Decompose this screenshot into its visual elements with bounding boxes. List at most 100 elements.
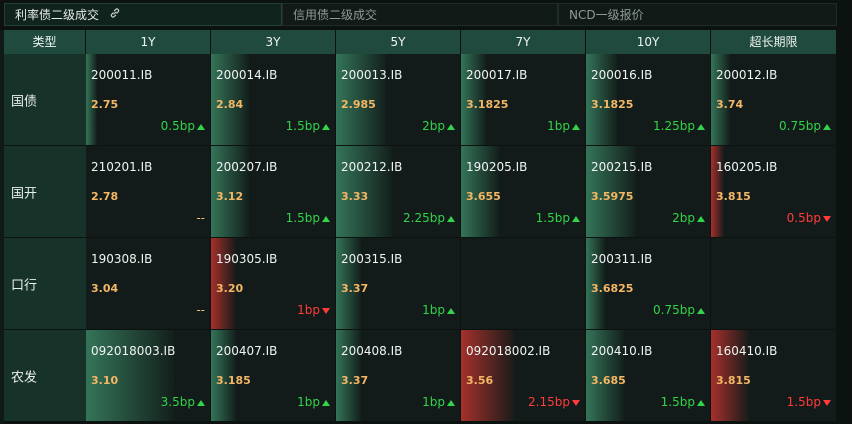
quote-cell[interactable]: 190308.IB 3.04 -- bbox=[86, 238, 211, 330]
row-header: 口行 bbox=[4, 238, 86, 330]
row-label: 农发 bbox=[11, 370, 38, 385]
link-icon[interactable] bbox=[109, 4, 121, 27]
arrow-up-icon bbox=[447, 399, 455, 406]
bond-code: 200016.IB bbox=[591, 68, 653, 82]
yield-change: 1.25bp bbox=[653, 119, 705, 133]
yield-change: 1bp bbox=[297, 303, 330, 317]
tab-label: 利率债二级成交 bbox=[15, 8, 100, 22]
arrow-down-icon bbox=[823, 399, 831, 406]
row-label: 国开 bbox=[11, 186, 38, 201]
bond-yield: 3.37 bbox=[341, 374, 369, 387]
change-value: 1bp bbox=[297, 395, 320, 409]
tab-label: 信用债二级成交 bbox=[293, 8, 378, 22]
quote-cell[interactable]: 200212.IB 3.33 2.25bp bbox=[336, 146, 461, 238]
bond-code: 210201.IB bbox=[91, 160, 153, 174]
change-value: 1bp bbox=[547, 119, 570, 133]
bond-yield: 3.10 bbox=[91, 374, 119, 387]
quote-cell[interactable]: 160410.IB 3.815 1.5bp bbox=[711, 330, 837, 422]
arrow-up-icon bbox=[197, 123, 205, 130]
tab-ncd-primary-quote[interactable]: NCD一级报价 bbox=[558, 3, 837, 26]
bond-code: 200407.IB bbox=[216, 344, 278, 358]
yield-change: 2bp bbox=[672, 211, 705, 225]
quote-cell[interactable]: 200410.IB 3.685 1.5bp bbox=[586, 330, 711, 422]
arrow-up-icon bbox=[697, 399, 705, 406]
quote-cell[interactable]: 200017.IB 3.1825 1bp bbox=[461, 54, 586, 146]
bond-code: 200207.IB bbox=[216, 160, 278, 174]
change-value: 0.75bp bbox=[653, 303, 695, 317]
arrow-up-icon bbox=[322, 399, 330, 406]
bond-code: 092018003.IB bbox=[91, 344, 176, 358]
row-header: 国债 bbox=[4, 54, 86, 146]
change-value: 0.5bp bbox=[160, 119, 195, 133]
quote-cell[interactable]: 200207.IB 3.12 1.5bp bbox=[211, 146, 336, 238]
yield-change: 0.5bp bbox=[787, 211, 831, 225]
bond-code: 200012.IB bbox=[716, 68, 778, 82]
quote-cell[interactable]: 200311.IB 3.6825 0.75bp bbox=[586, 238, 711, 330]
yield-change: 1bp bbox=[422, 395, 455, 409]
quote-cell[interactable]: 092018002.IB 3.56 2.15bp bbox=[461, 330, 586, 422]
bond-yield: 3.37 bbox=[341, 282, 369, 295]
bond-yield: 3.20 bbox=[216, 282, 244, 295]
bond-code: 200013.IB bbox=[341, 68, 403, 82]
bond-yield: 3.6825 bbox=[591, 282, 634, 295]
tab-credit-bond-secondary[interactable]: 信用债二级成交 bbox=[282, 3, 558, 26]
arrow-up-icon bbox=[697, 215, 705, 222]
row-header: 农发 bbox=[4, 330, 86, 422]
change-value: 3.5bp bbox=[160, 395, 195, 409]
quote-cell[interactable]: 190205.IB 3.655 1.5bp bbox=[461, 146, 586, 238]
bond-yield: 3.1825 bbox=[591, 98, 634, 111]
change-value: 2bp bbox=[422, 119, 445, 133]
arrow-up-icon bbox=[572, 123, 580, 130]
quote-cell[interactable]: 092018003.IB 3.10 3.5bp bbox=[86, 330, 211, 422]
bond-code: 200014.IB bbox=[216, 68, 278, 82]
row-header: 国开 bbox=[4, 146, 86, 238]
quote-cell[interactable]: 200016.IB 3.1825 1.25bp bbox=[586, 54, 711, 146]
row-label: 国债 bbox=[11, 94, 38, 109]
bond-code: 160205.IB bbox=[716, 160, 778, 174]
bond-yield: 3.5975 bbox=[591, 190, 634, 203]
column-header: 3Y bbox=[211, 30, 336, 54]
quote-cell[interactable]: 200014.IB 2.84 1.5bp bbox=[211, 54, 336, 146]
bond-code: 200311.IB bbox=[591, 252, 653, 266]
bond-yield: 3.74 bbox=[716, 98, 744, 111]
column-header: 1Y bbox=[86, 30, 211, 54]
change-value: 2.15bp bbox=[528, 395, 570, 409]
bond-code: 160410.IB bbox=[716, 344, 778, 358]
change-value: -- bbox=[196, 303, 205, 317]
quote-cell[interactable]: 200012.IB 3.74 0.75bp bbox=[711, 54, 837, 146]
yield-change: 2.15bp bbox=[528, 395, 580, 409]
bond-yield: 3.04 bbox=[91, 282, 119, 295]
quote-cell[interactable]: 160205.IB 3.815 0.5bp bbox=[711, 146, 837, 238]
quote-cell[interactable]: 200315.IB 3.37 1bp bbox=[336, 238, 461, 330]
arrow-up-icon bbox=[447, 123, 455, 130]
yield-change: 2.25bp bbox=[403, 211, 455, 225]
arrow-down-icon bbox=[322, 307, 330, 314]
arrow-up-icon bbox=[572, 215, 580, 222]
column-header: 超长期限 bbox=[711, 30, 837, 54]
bond-yield: 2.84 bbox=[216, 98, 244, 111]
scroll-gutter bbox=[837, 0, 852, 424]
quote-cell[interactable]: 200013.IB 2.985 2bp bbox=[336, 54, 461, 146]
bond-code: 092018002.IB bbox=[466, 344, 551, 358]
bond-yield: 3.185 bbox=[216, 374, 251, 387]
column-header: 7Y bbox=[461, 30, 586, 54]
quote-cell[interactable]: 200011.IB 2.75 0.5bp bbox=[86, 54, 211, 146]
quote-cell[interactable]: 210201.IB 2.78 -- bbox=[86, 146, 211, 238]
yield-change: 1.5bp bbox=[536, 211, 580, 225]
quote-cell[interactable]: 200215.IB 3.5975 2bp bbox=[586, 146, 711, 238]
change-value: 1.5bp bbox=[285, 211, 320, 225]
quote-cell bbox=[711, 238, 837, 330]
change-value: 1bp bbox=[422, 395, 445, 409]
tab-label: NCD一级报价 bbox=[569, 8, 644, 22]
quote-cell[interactable]: 200408.IB 3.37 1bp bbox=[336, 330, 461, 422]
quote-cell[interactable]: 200407.IB 3.185 1bp bbox=[211, 330, 336, 422]
yield-change: 1.5bp bbox=[286, 119, 330, 133]
yield-change: 0.75bp bbox=[779, 119, 831, 133]
tab-rate-bond-secondary[interactable]: 利率债二级成交 bbox=[4, 3, 282, 26]
quote-cell[interactable]: 190305.IB 3.20 1bp bbox=[211, 238, 336, 330]
yield-change: 1bp bbox=[547, 119, 580, 133]
yield-change: 1.5bp bbox=[787, 395, 831, 409]
yield-change: -- bbox=[196, 211, 205, 225]
yield-change: 1.5bp bbox=[286, 211, 330, 225]
change-value: 1.5bp bbox=[786, 395, 821, 409]
